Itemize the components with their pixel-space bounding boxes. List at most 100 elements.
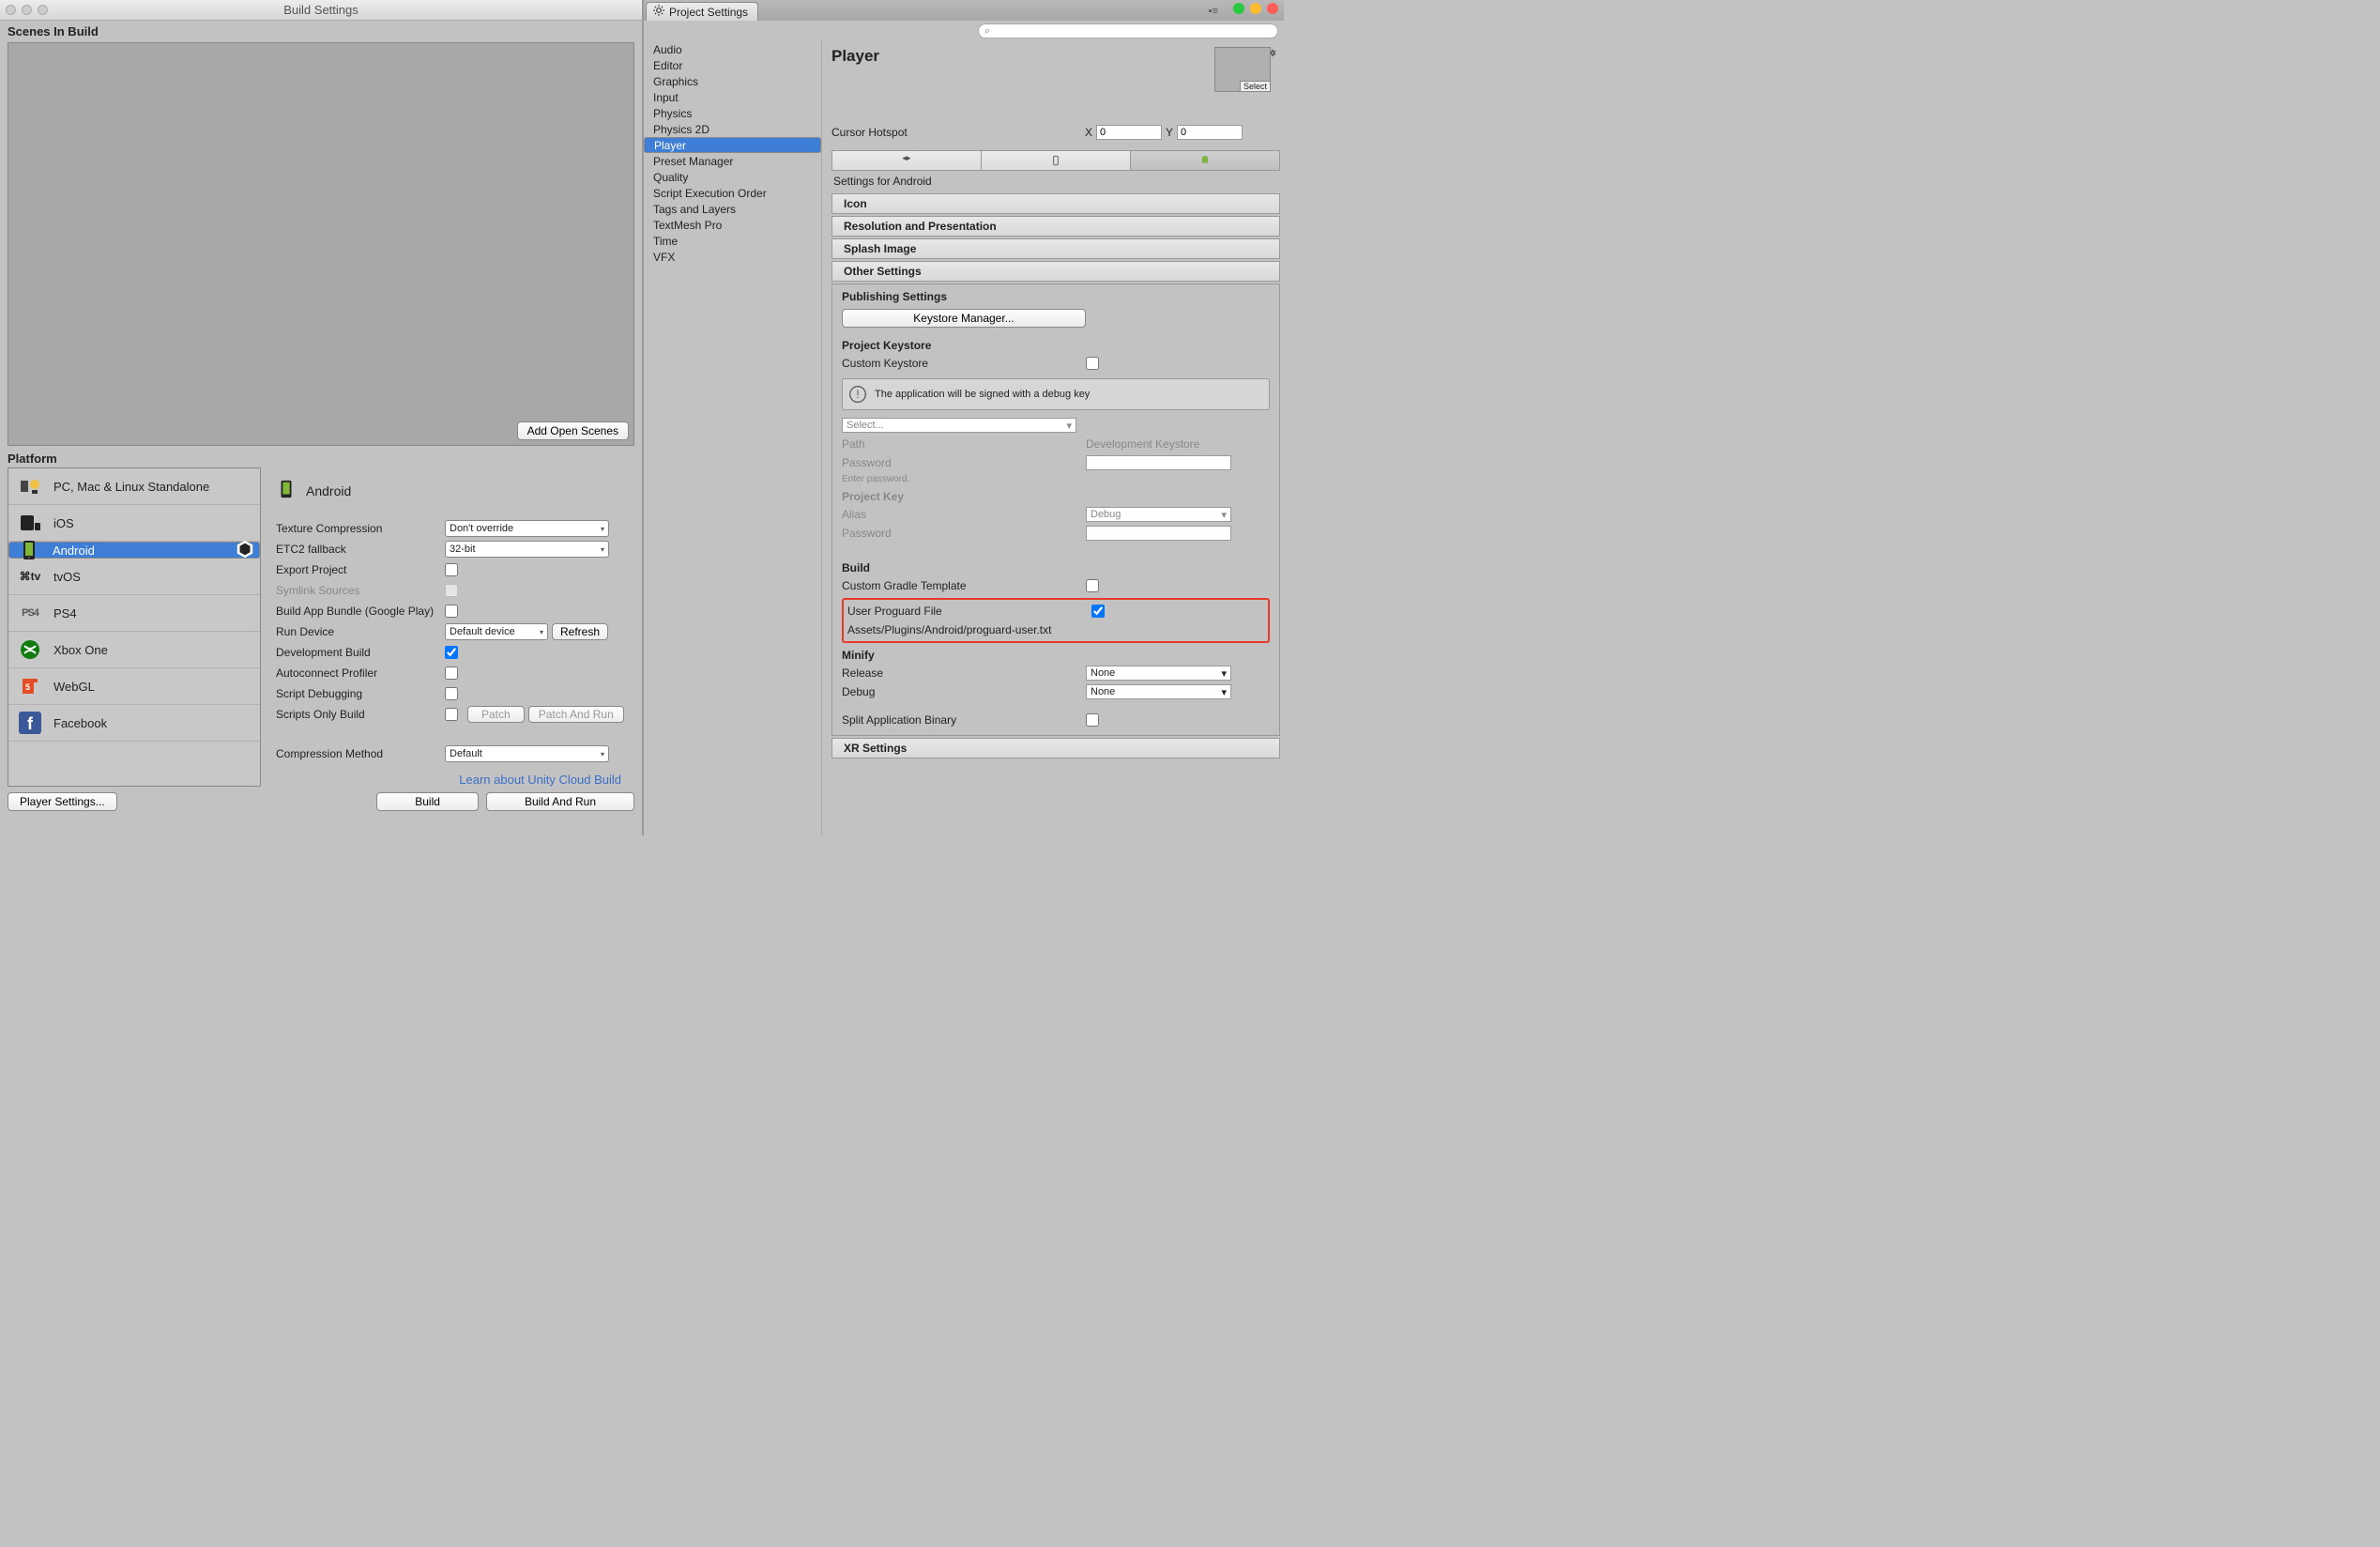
cloud-build-link[interactable]: Learn about Unity Cloud Build [276, 765, 631, 787]
project-settings-window: Project Settings ▪≡ ⌕ Audio Editor Graph… [643, 0, 1284, 835]
run-device-select[interactable]: Default device▾ [445, 623, 548, 640]
proguard-path: Assets/Plugins/Android/proguard-user.txt [847, 623, 1051, 636]
cat-player[interactable]: Player [644, 137, 821, 153]
svg-text:5: 5 [25, 682, 30, 692]
platform-item-ps4[interactable]: PS4 PS4 [8, 595, 260, 632]
proguard-highlight-box: User Proguard File Assets/Plugins/Androi… [842, 598, 1270, 643]
search-input[interactable]: ⌕ [978, 23, 1278, 38]
foldout-other[interactable]: Other Settings [831, 261, 1280, 282]
default-icon-picker[interactable]: Select [1214, 47, 1271, 92]
tab-project-settings[interactable]: Project Settings [646, 2, 758, 21]
dev-build-checkbox[interactable] [445, 646, 458, 659]
platform-tabs [831, 150, 1280, 171]
player-settings-panel: ⎘ ?⁺ ✲ Player Select Cursor Hotspot X Y … [822, 41, 1284, 835]
platform-item-xboxone[interactable]: Xbox One [8, 632, 260, 668]
symlink-checkbox [445, 584, 458, 597]
cat-quality[interactable]: Quality [644, 169, 821, 185]
platform-item-standalone[interactable]: PC, Mac & Linux Standalone [8, 468, 260, 505]
platform-item-android[interactable]: Android [8, 542, 260, 559]
platform-item-tvos[interactable]: ⌘tv tvOS [8, 559, 260, 595]
foldout-resolution[interactable]: Resolution and Presentation [831, 216, 1280, 237]
custom-gradle-checkbox[interactable] [1086, 579, 1099, 592]
foldout-splash[interactable]: Splash Image [831, 238, 1280, 259]
custom-keystore-checkbox[interactable] [1086, 357, 1099, 370]
foldout-xr[interactable]: XR Settings [831, 738, 1280, 758]
view-options-icon[interactable]: ▪≡ [1209, 6, 1218, 17]
platform-item-webgl[interactable]: 5 WebGL [8, 668, 260, 705]
cat-editor[interactable]: Editor [644, 57, 821, 73]
panel-title: Player [831, 41, 1280, 69]
export-project-checkbox[interactable] [445, 563, 458, 576]
keystore-password-input [1086, 455, 1231, 470]
keystore-select: Select...▾ [842, 418, 1076, 433]
searchbar: ⌕ [644, 21, 1284, 41]
patch-run-button: Patch And Run [528, 706, 624, 723]
cursor-hotspot-label: Cursor Hotspot [831, 126, 1085, 139]
android-icon [276, 475, 297, 506]
traffic-yellow[interactable] [1250, 3, 1261, 14]
ps4-icon: PS4 [14, 599, 46, 627]
add-open-scenes-button[interactable]: Add Open Scenes [517, 421, 629, 440]
scripts-only-checkbox[interactable] [445, 708, 458, 721]
cat-preset[interactable]: Preset Manager [644, 153, 821, 169]
user-proguard-checkbox[interactable] [1091, 605, 1105, 618]
split-binary-checkbox[interactable] [1086, 713, 1099, 727]
cat-time[interactable]: Time [644, 233, 821, 249]
build-options: Android Texture CompressionDon't overrid… [272, 467, 634, 787]
tab-ios[interactable] [982, 151, 1131, 170]
foldout-icon[interactable]: Icon [831, 193, 1280, 214]
selected-platform-title: Android [306, 483, 351, 498]
webgl-icon: 5 [14, 672, 46, 700]
debug-key-info: ! The application will be signed with a … [842, 378, 1270, 410]
player-settings-button[interactable]: Player Settings... [8, 792, 117, 811]
cat-audio[interactable]: Audio [644, 41, 821, 57]
cat-seo[interactable]: Script Execution Order [644, 185, 821, 201]
platform-list: PC, Mac & Linux Standalone iOS Android ⌘… [8, 467, 261, 787]
script-debug-checkbox[interactable] [445, 687, 458, 700]
cat-input[interactable]: Input [644, 89, 821, 105]
build-and-run-button[interactable]: Build And Run [486, 792, 634, 811]
tab-android[interactable] [1131, 151, 1279, 170]
tvos-icon: ⌘tv [14, 562, 46, 590]
cat-tags[interactable]: Tags and Layers [644, 201, 821, 217]
settings-for-label: Settings for Android [831, 171, 1280, 191]
platform-item-ios[interactable]: iOS [8, 505, 260, 542]
tab-standalone[interactable] [832, 151, 982, 170]
minify-release-select[interactable]: None▾ [1086, 666, 1231, 681]
svg-text:f: f [27, 714, 34, 733]
android-icon [13, 536, 45, 564]
unity-logo-icon [235, 539, 255, 562]
xbox-icon [14, 636, 46, 664]
titlebar: Build Settings [0, 0, 642, 21]
alias-select: Debug▾ [1086, 507, 1231, 522]
facebook-icon: f [14, 709, 46, 737]
cat-graphics[interactable]: Graphics [644, 73, 821, 89]
autoconnect-checkbox[interactable] [445, 666, 458, 680]
traffic-green[interactable] [1233, 3, 1244, 14]
patch-button: Patch [467, 706, 525, 723]
keystore-manager-button[interactable]: Keystore Manager... [842, 309, 1086, 328]
cat-physics2d[interactable]: Physics 2D [644, 121, 821, 137]
cat-physics[interactable]: Physics [644, 105, 821, 121]
build-button[interactable]: Build [376, 792, 479, 811]
cat-tmp[interactable]: TextMesh Pro [644, 217, 821, 233]
svg-text:!: ! [856, 389, 859, 401]
cursor-x-input[interactable] [1096, 125, 1162, 140]
standalone-icon [14, 472, 46, 500]
refresh-button[interactable]: Refresh [552, 623, 608, 640]
platform-label: Platform [0, 446, 642, 467]
texture-compression-select[interactable]: Don't override▾ [445, 520, 609, 537]
category-list: Audio Editor Graphics Input Physics Phys… [644, 41, 822, 835]
app-bundle-checkbox[interactable] [445, 605, 458, 618]
tab-strip: Project Settings ▪≡ [644, 0, 1284, 21]
minify-debug-select[interactable]: None▾ [1086, 684, 1231, 699]
compression-select[interactable]: Default▾ [445, 745, 609, 762]
scenes-list[interactable]: Add Open Scenes [8, 42, 634, 446]
cat-vfx[interactable]: VFX [644, 249, 821, 265]
gear-icon [652, 4, 665, 20]
etc2-fallback-select[interactable]: 32-bit▾ [445, 541, 609, 558]
ios-icon [14, 509, 46, 537]
platform-item-facebook[interactable]: f Facebook [8, 705, 260, 742]
traffic-red[interactable] [1267, 3, 1278, 14]
cursor-y-input[interactable] [1177, 125, 1243, 140]
